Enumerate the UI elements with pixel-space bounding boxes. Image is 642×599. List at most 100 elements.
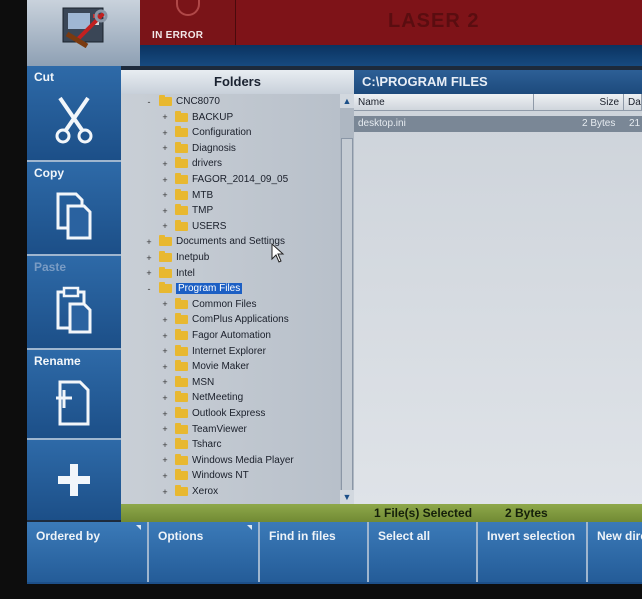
folder-item[interactable]: + Xerox <box>161 485 218 501</box>
expand-toggle-icon[interactable]: + <box>161 299 169 309</box>
scroll-down-icon[interactable]: ▼ <box>340 490 354 504</box>
folder-icon <box>175 485 188 496</box>
folder-item[interactable]: + Tsharc <box>161 438 222 454</box>
expand-toggle-icon[interactable]: + <box>161 315 169 325</box>
expand-toggle-icon[interactable]: + <box>161 221 169 231</box>
folder-item[interactable]: + Inetpub <box>145 251 209 267</box>
machine-tool-logo <box>27 0 140 66</box>
folder-item[interactable]: + MSN <box>161 375 214 392</box>
expand-toggle-icon[interactable]: + <box>161 206 169 216</box>
folder-item[interactable]: + Movie Maker <box>161 360 249 376</box>
expand-toggle-icon[interactable]: + <box>161 424 169 434</box>
expand-toggle-icon[interactable]: + <box>161 471 169 481</box>
find-in-files-button[interactable]: Find in files <box>260 522 369 582</box>
expand-toggle-icon[interactable]: + <box>161 190 169 200</box>
expand-toggle-icon[interactable]: + <box>161 455 169 465</box>
expand-toggle-icon[interactable]: + <box>161 440 169 450</box>
folder-item[interactable]: + BACKUP <box>161 110 233 127</box>
folder-item[interactable]: + MTB <box>161 188 214 205</box>
expand-toggle-icon[interactable]: + <box>161 409 169 419</box>
selected-size: 2 Bytes <box>505 506 548 520</box>
folder-item[interactable]: + FAGOR_2014_09_05 <box>161 173 288 189</box>
copy-icon <box>56 192 92 240</box>
folder-icon <box>175 329 188 340</box>
new-directory-button[interactable]: New dire <box>588 522 642 582</box>
expand-toggle-icon[interactable]: + <box>161 128 169 138</box>
folder-item[interactable]: + Windows NT <box>161 469 249 485</box>
expand-toggle-icon[interactable]: + <box>161 331 169 341</box>
folder-name: Documents and Settings <box>176 236 285 248</box>
options-button[interactable]: Options <box>149 522 260 582</box>
folder-item[interactable]: + Configuration <box>161 126 252 142</box>
folder-item[interactable]: + NetMeeting <box>161 391 243 407</box>
folder-item[interactable]: - Program Files <box>145 282 243 298</box>
folder-name: Configuration <box>192 127 252 139</box>
file-list[interactable]: Name Size Da desktop.ini 2 Bytes 21 <box>354 94 642 504</box>
folder-item[interactable]: - CNC8070 <box>145 95 220 111</box>
scroll-up-icon[interactable]: ▲ <box>340 94 354 108</box>
options-label: Options <box>158 529 204 543</box>
folder-item[interactable]: + Internet Explorer <box>161 344 266 361</box>
invert-selection-label: Invert selection <box>487 529 576 543</box>
expand-toggle-icon[interactable]: + <box>161 362 169 372</box>
folder-item[interactable]: + Intel <box>145 266 195 283</box>
expand-toggle-icon[interactable]: + <box>161 487 169 497</box>
cut-label: Cut <box>34 70 54 84</box>
expand-toggle-icon[interactable]: - <box>145 284 153 294</box>
invert-selection-button[interactable]: Invert selection <box>478 522 588 582</box>
folder-name: MTB <box>192 189 214 201</box>
header-strip <box>140 45 642 66</box>
folder-name: Fagor Automation <box>192 330 271 341</box>
expand-toggle-icon[interactable]: + <box>161 346 169 356</box>
expand-toggle-icon[interactable]: + <box>161 393 169 403</box>
folder-item[interactable]: + Outlook Express <box>161 407 266 423</box>
new-button[interactable] <box>27 440 121 520</box>
folder-item[interactable]: + Common Files <box>161 297 256 314</box>
scissors-icon <box>55 96 93 144</box>
folder-item[interactable]: + Windows Media Player <box>161 453 294 470</box>
folder-item[interactable]: + Documents and Settings <box>145 235 285 251</box>
folder-item[interactable]: + ComPlus Applications <box>161 313 289 329</box>
rename-button[interactable]: Rename <box>27 350 121 440</box>
folder-tree-scrollbar[interactable]: ▲ ▼ <box>340 94 354 504</box>
folder-icon <box>175 375 188 387</box>
folder-item[interactable]: + TeamViewer <box>161 422 247 439</box>
folder-tree[interactable]: - CNC8070 + BACKUP + Configuration + Diagnosis +… <box>121 94 340 504</box>
folder-name: Program Files <box>176 283 243 295</box>
folder-name: Outlook Express <box>192 408 266 419</box>
new-directory-label: New dire <box>597 529 642 543</box>
select-all-button[interactable]: Select all <box>369 522 478 582</box>
column-header-name[interactable]: Name <box>354 94 534 111</box>
expand-toggle-icon[interactable]: + <box>161 159 169 169</box>
file-row[interactable]: desktop.ini 2 Bytes 21 <box>354 116 642 132</box>
folder-item[interactable]: + TMP <box>161 204 213 220</box>
expand-toggle-icon[interactable]: + <box>161 143 169 153</box>
ordered-by-button[interactable]: Ordered by <box>27 522 149 582</box>
copy-button[interactable]: Copy <box>27 162 121 256</box>
expand-toggle-icon[interactable]: + <box>145 268 153 278</box>
paste-button[interactable]: Paste <box>27 256 121 350</box>
cut-button[interactable]: Cut <box>27 66 121 162</box>
folder-name: Windows Media Player <box>192 454 294 466</box>
folder-item[interactable]: + USERS <box>161 219 226 236</box>
file-size: 2 Bytes <box>582 118 616 129</box>
folder-icon <box>175 297 188 309</box>
expand-toggle-icon[interactable]: + <box>161 112 169 122</box>
folder-name: ComPlus Applications <box>192 314 289 326</box>
submenu-indicator-icon <box>136 525 141 530</box>
cnc-machine-icon <box>62 7 108 48</box>
column-header-size[interactable]: Size <box>534 94 624 111</box>
folder-item[interactable]: + Fagor Automation <box>161 329 271 345</box>
folder-item[interactable]: + Diagnosis <box>161 141 236 158</box>
expand-toggle-icon[interactable]: - <box>145 97 153 107</box>
scrollbar-thumb[interactable] <box>341 138 353 498</box>
expand-toggle-icon[interactable]: + <box>145 253 153 263</box>
folder-icon <box>175 141 188 153</box>
column-header-date[interactable]: Da <box>624 94 642 111</box>
expand-toggle-icon[interactable]: + <box>161 377 169 387</box>
folder-name: Tsharc <box>192 439 222 451</box>
find-in-files-label: Find in files <box>269 529 336 543</box>
expand-toggle-icon[interactable]: + <box>161 175 169 185</box>
expand-toggle-icon[interactable]: + <box>145 237 153 247</box>
folder-item[interactable]: + drivers <box>161 157 222 173</box>
